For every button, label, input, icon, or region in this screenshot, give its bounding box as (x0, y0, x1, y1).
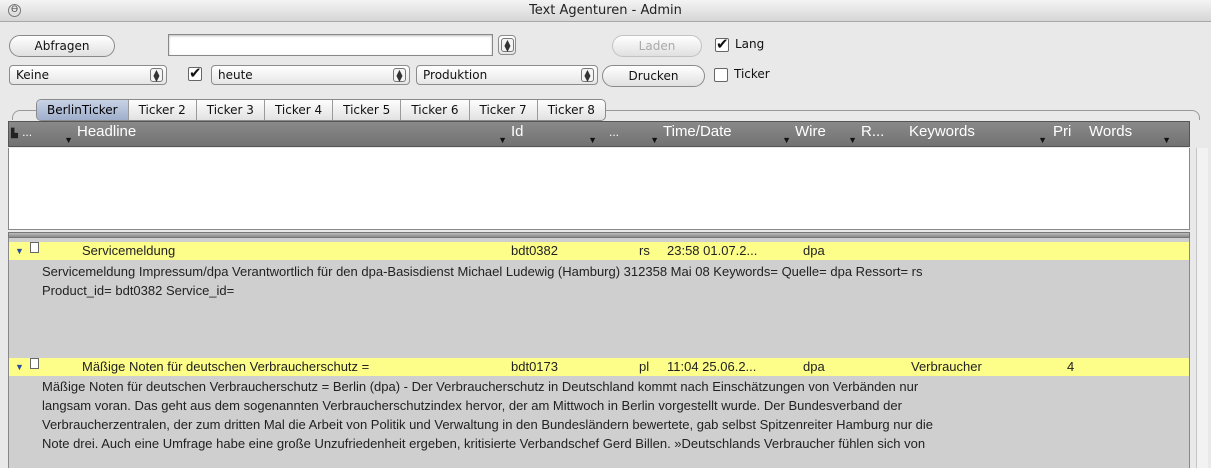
dropdown-arrows-icon: ▲ ▼ (501, 38, 514, 53)
message-body: Servicemeldung Impressum/dpa Verantwortl… (42, 264, 923, 298)
message-id: bdt0173 (511, 359, 558, 374)
column-header-r[interactable]: R... (861, 122, 905, 146)
message-time: 11:04 25.06.2... (667, 359, 757, 374)
message-id: bdt0382 (511, 243, 558, 258)
query-button[interactable]: Abfragen (9, 35, 115, 57)
disclosure-triangle-icon[interactable]: ▼ (15, 242, 24, 260)
date-select[interactable]: heute ▲ ▼ (211, 65, 410, 85)
column-header-wire[interactable]: Wire ▼ (795, 122, 859, 146)
sort-arrow-icon: ▼ (848, 135, 857, 145)
lang-checkbox[interactable] (715, 35, 729, 53)
column-header-words[interactable]: Words ▼ (1089, 122, 1173, 146)
tab-ticker-2[interactable]: Ticker 2 (129, 100, 197, 120)
sort-arrow-icon: ▼ (498, 135, 507, 145)
mode-select-value: Produktion (423, 68, 488, 82)
mode-select[interactable]: Produktion ▲ ▼ (416, 65, 598, 85)
ticker-checkbox-label: Ticker (734, 67, 770, 81)
column-header-keywords[interactable]: Keywords ▼ (909, 122, 1049, 146)
filter-select-value: Keine (16, 68, 49, 82)
ticker-tabs: BerlinTicker Ticker 2 Ticker 3 Ticker 4 … (36, 99, 606, 121)
scrollbar[interactable] (1196, 148, 1208, 468)
message-headline: Servicemeldung (82, 243, 176, 258)
document-icon (30, 358, 39, 369)
tab-ticker-4[interactable]: Ticker 4 (265, 100, 334, 120)
dropdown-arrows-icon: ▲ ▼ (581, 68, 594, 83)
sort-arrow-icon: ▼ (1162, 135, 1171, 145)
column-header-row: ▙ ... ▼ Headline ▼ Id ▼ ... ▼ Time/Date … (8, 121, 1190, 147)
column-header-headline[interactable]: Headline ▼ (77, 122, 509, 146)
filter-select[interactable]: Keine ▲ ▼ (9, 65, 167, 85)
window-icon[interactable]: ϴ (8, 4, 21, 17)
dropdown-arrows-icon: ▲ ▼ (393, 68, 406, 83)
sort-arrow-icon: ▼ (1038, 135, 1047, 145)
tab-ticker-5[interactable]: Ticker 5 (333, 100, 402, 120)
message-body: Mäßige Noten für deutschen Verbrauchersc… (42, 379, 934, 451)
column-header-flag[interactable]: ▙ ... ▼ (11, 122, 75, 146)
message-keywords: Verbraucher (911, 359, 982, 374)
tab-ticker-3[interactable]: Ticker 3 (197, 100, 265, 120)
tab-ticker-7[interactable]: Ticker 7 (470, 100, 538, 120)
column-header-time[interactable]: Time/Date ▼ (663, 122, 793, 146)
disclosure-triangle-icon[interactable]: ▼ (15, 358, 24, 376)
document-icon (30, 242, 39, 253)
message-row[interactable]: ▼ Servicemeldung bdt0382 rs 23:58 01.07.… (9, 242, 1189, 260)
message-wire: dpa (803, 359, 825, 374)
message-headline: Mäßige Noten für deutschen Verbrauchersc… (82, 359, 370, 374)
tab-ticker-6[interactable]: Ticker 6 (401, 100, 470, 120)
flag-icon: ▙ (11, 128, 18, 138)
date-select-value: heute (218, 68, 253, 82)
column-header-id[interactable]: Id ▼ (511, 122, 599, 146)
search-input[interactable] (168, 34, 493, 56)
filter-checkbox[interactable] (188, 64, 202, 82)
title-bar: ϴ Text Agenturen - Admin (0, 0, 1211, 22)
message-ressort: pl (639, 359, 650, 374)
tab-berlinticker[interactable]: BerlinTicker (37, 100, 129, 120)
message-detail-list[interactable]: ▼ Servicemeldung bdt0382 rs 23:58 01.07.… (8, 238, 1190, 468)
dropdown-arrows-icon: ▲ ▼ (150, 68, 163, 83)
column-header-pri[interactable]: Pri (1053, 122, 1087, 146)
message-ressort: rs (639, 243, 650, 258)
message-list[interactable] (8, 148, 1190, 230)
sort-arrow-icon: ▼ (64, 135, 73, 145)
message-priority: 4 (1067, 359, 1075, 374)
message-wire: dpa (803, 243, 825, 258)
message-time: 23:58 01.07.2... (667, 243, 758, 258)
sort-arrow-icon: ▼ (650, 135, 659, 145)
sort-arrow-icon: ▼ (588, 135, 597, 145)
window-title: Text Agenturen - Admin (529, 3, 682, 18)
print-button[interactable]: Drucken (602, 65, 705, 87)
search-history-dropdown[interactable]: ▲ ▼ (498, 35, 516, 55)
ticker-checkbox[interactable] (714, 68, 728, 82)
message-row[interactable]: ▼ Mäßige Noten für deutschen Verbraucher… (9, 358, 1189, 376)
column-header-ressort[interactable]: ... ▼ (601, 122, 661, 146)
sort-arrow-icon: ▼ (782, 135, 791, 145)
tab-ticker-8[interactable]: Ticker 8 (538, 100, 605, 120)
load-button[interactable]: Laden (612, 35, 702, 57)
lang-checkbox-label: Lang (735, 37, 765, 51)
